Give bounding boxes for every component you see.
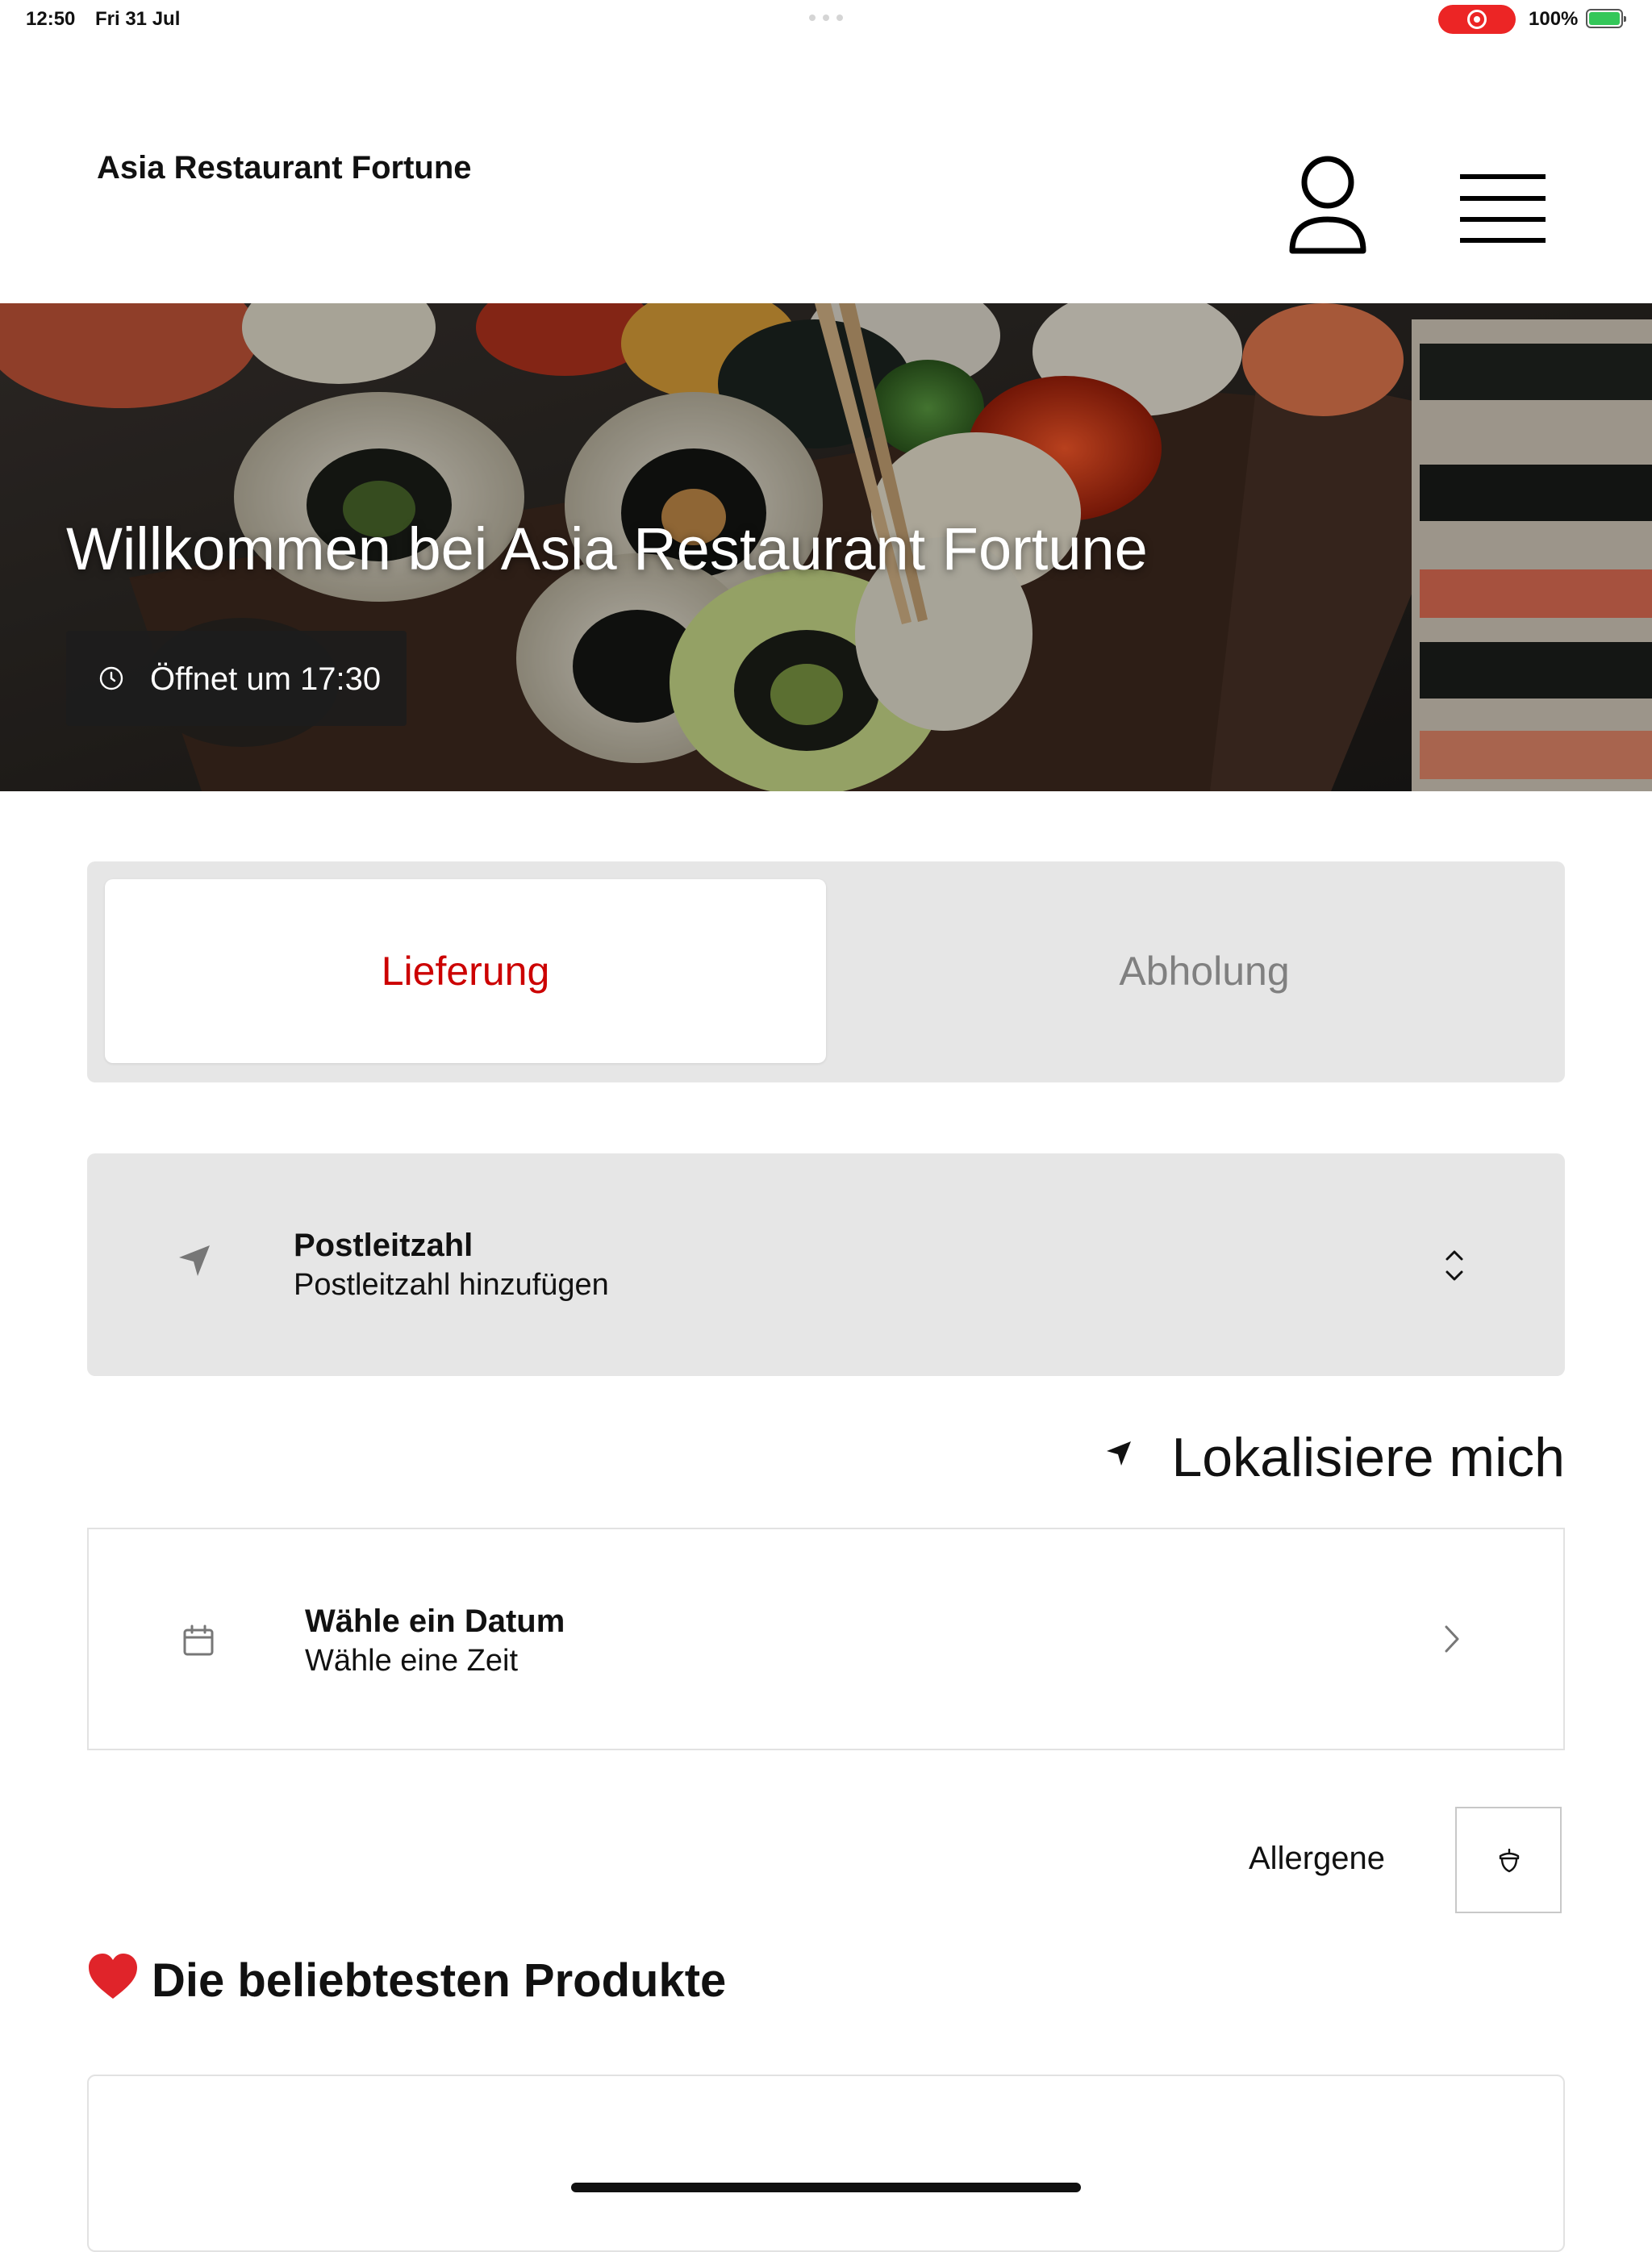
order-mode-toggle: Lieferung Abholung	[87, 861, 1565, 1082]
postcode-label: Postleitzahl	[294, 1228, 473, 1263]
status-bar: 12:50 Fri 31 Jul 100%	[0, 0, 1652, 39]
clock-icon	[99, 666, 123, 690]
allergens-label: Allergene	[1249, 1841, 1386, 1876]
menu-button[interactable]	[1460, 173, 1546, 244]
tab-delivery-label: Lieferung	[381, 949, 550, 994]
locate-me-button[interactable]: Lokalisiere mich	[1105, 1420, 1565, 1488]
tab-pickup[interactable]: Abholung	[844, 879, 1565, 1063]
battery-percent: 100%	[1529, 8, 1579, 30]
app-header: Asia Restaurant Fortune	[0, 39, 1652, 303]
hamburger-menu-icon	[1460, 174, 1546, 243]
popular-products-title: Die beliebtesten Produkte	[152, 1954, 727, 2007]
hero-banner: Willkommen bei Asia Restaurant Fortune Ö…	[0, 303, 1652, 791]
screen-recording-indicator[interactable]	[1438, 5, 1516, 34]
restaurant-name[interactable]: Asia Restaurant Fortune	[97, 150, 472, 186]
allergens-button[interactable]	[1455, 1807, 1562, 1913]
locate-me-label: Lokalisiere mich	[1171, 1427, 1565, 1488]
postcode-placeholder: Postleitzahl hinzufügen	[294, 1268, 609, 1302]
status-date: Fri 31 Jul	[95, 8, 181, 30]
chevron-right-icon	[1445, 1625, 1459, 1653]
up-down-chevron-icon	[1446, 1250, 1463, 1281]
time-placeholder: Wähle eine Zeit	[305, 1644, 519, 1678]
opening-hours-badge: Öffnet um 17:30	[66, 631, 407, 726]
calendar-icon	[183, 1624, 214, 1656]
date-label: Wähle ein Datum	[305, 1604, 565, 1639]
record-icon	[1467, 10, 1487, 29]
heart-icon	[89, 1954, 137, 1999]
postcode-selector[interactable]: Postleitzahl Postleitzahl hinzufügen	[87, 1153, 1565, 1376]
opening-hours-text: Öffnet um 17:30	[150, 661, 382, 697]
tab-delivery[interactable]: Lieferung	[105, 879, 826, 1063]
hero-title: Willkommen bei Asia Restaurant Fortune	[66, 515, 1148, 582]
profile-button[interactable]	[1287, 152, 1368, 256]
battery-icon	[1586, 9, 1626, 28]
user-icon	[1289, 156, 1366, 254]
date-time-selector[interactable]: Wähle ein Datum Wähle eine Zeit	[87, 1528, 1565, 1750]
status-time: 12:50	[26, 8, 76, 30]
battery-level	[1589, 12, 1620, 25]
acorn-icon	[1499, 1849, 1520, 1873]
location-arrow-icon	[179, 1245, 210, 1276]
multitasking-dots[interactable]	[809, 15, 843, 21]
location-arrow-icon	[1107, 1441, 1131, 1466]
home-indicator[interactable]	[571, 2183, 1081, 2192]
product-card[interactable]	[87, 2075, 1565, 2252]
